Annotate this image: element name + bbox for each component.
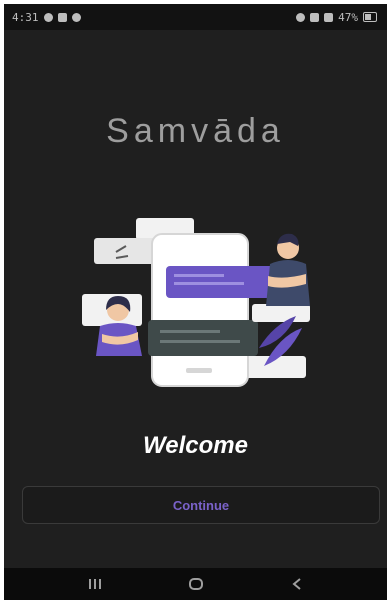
battery-icon	[363, 12, 377, 22]
status-bar: 4:31 47%	[4, 4, 387, 30]
dark-line-2	[160, 340, 240, 343]
dark-line-1	[160, 330, 220, 333]
continue-button-label: Continue	[172, 497, 230, 513]
phone-screen: 4:31 47% Samvāda Welcome Continue	[4, 4, 387, 600]
app-notification-icon	[71, 12, 81, 22]
bubble-right	[252, 304, 310, 322]
home-icon	[188, 578, 203, 590]
bubble-line-2	[174, 282, 244, 285]
signal-icon	[324, 12, 334, 22]
home-button[interactable]	[176, 572, 216, 596]
app-title: Samvāda	[106, 112, 285, 150]
location-icon	[310, 12, 320, 22]
back-button[interactable]	[277, 572, 317, 596]
welcome-heading: Welcome	[143, 432, 248, 459]
phone-home-bar	[186, 368, 212, 373]
navigation-bar	[4, 568, 387, 600]
alarm-icon	[296, 12, 306, 22]
status-time: 4:31	[12, 10, 39, 24]
chat-illustration	[82, 218, 310, 387]
status-right: 47%	[296, 11, 377, 24]
bubble-line-1	[174, 274, 224, 277]
recents-icon	[88, 579, 101, 589]
continue-button[interactable]: Continue	[22, 486, 380, 524]
message-icon	[57, 12, 67, 22]
back-icon	[291, 578, 301, 590]
status-left: 4:31	[12, 11, 81, 24]
notification-icon	[43, 12, 53, 22]
battery-percent: 47%	[338, 10, 358, 24]
recents-button[interactable]	[75, 572, 115, 596]
phone-graphic	[151, 233, 249, 387]
dark-chat-bubble	[148, 320, 258, 356]
